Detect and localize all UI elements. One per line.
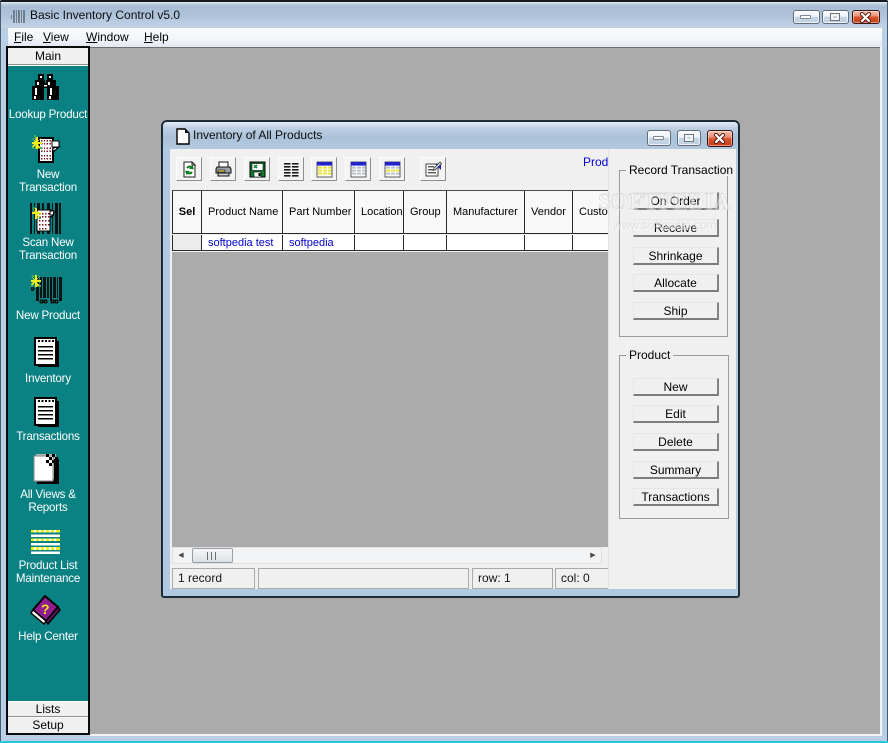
svg-text:?: ? (41, 601, 50, 617)
